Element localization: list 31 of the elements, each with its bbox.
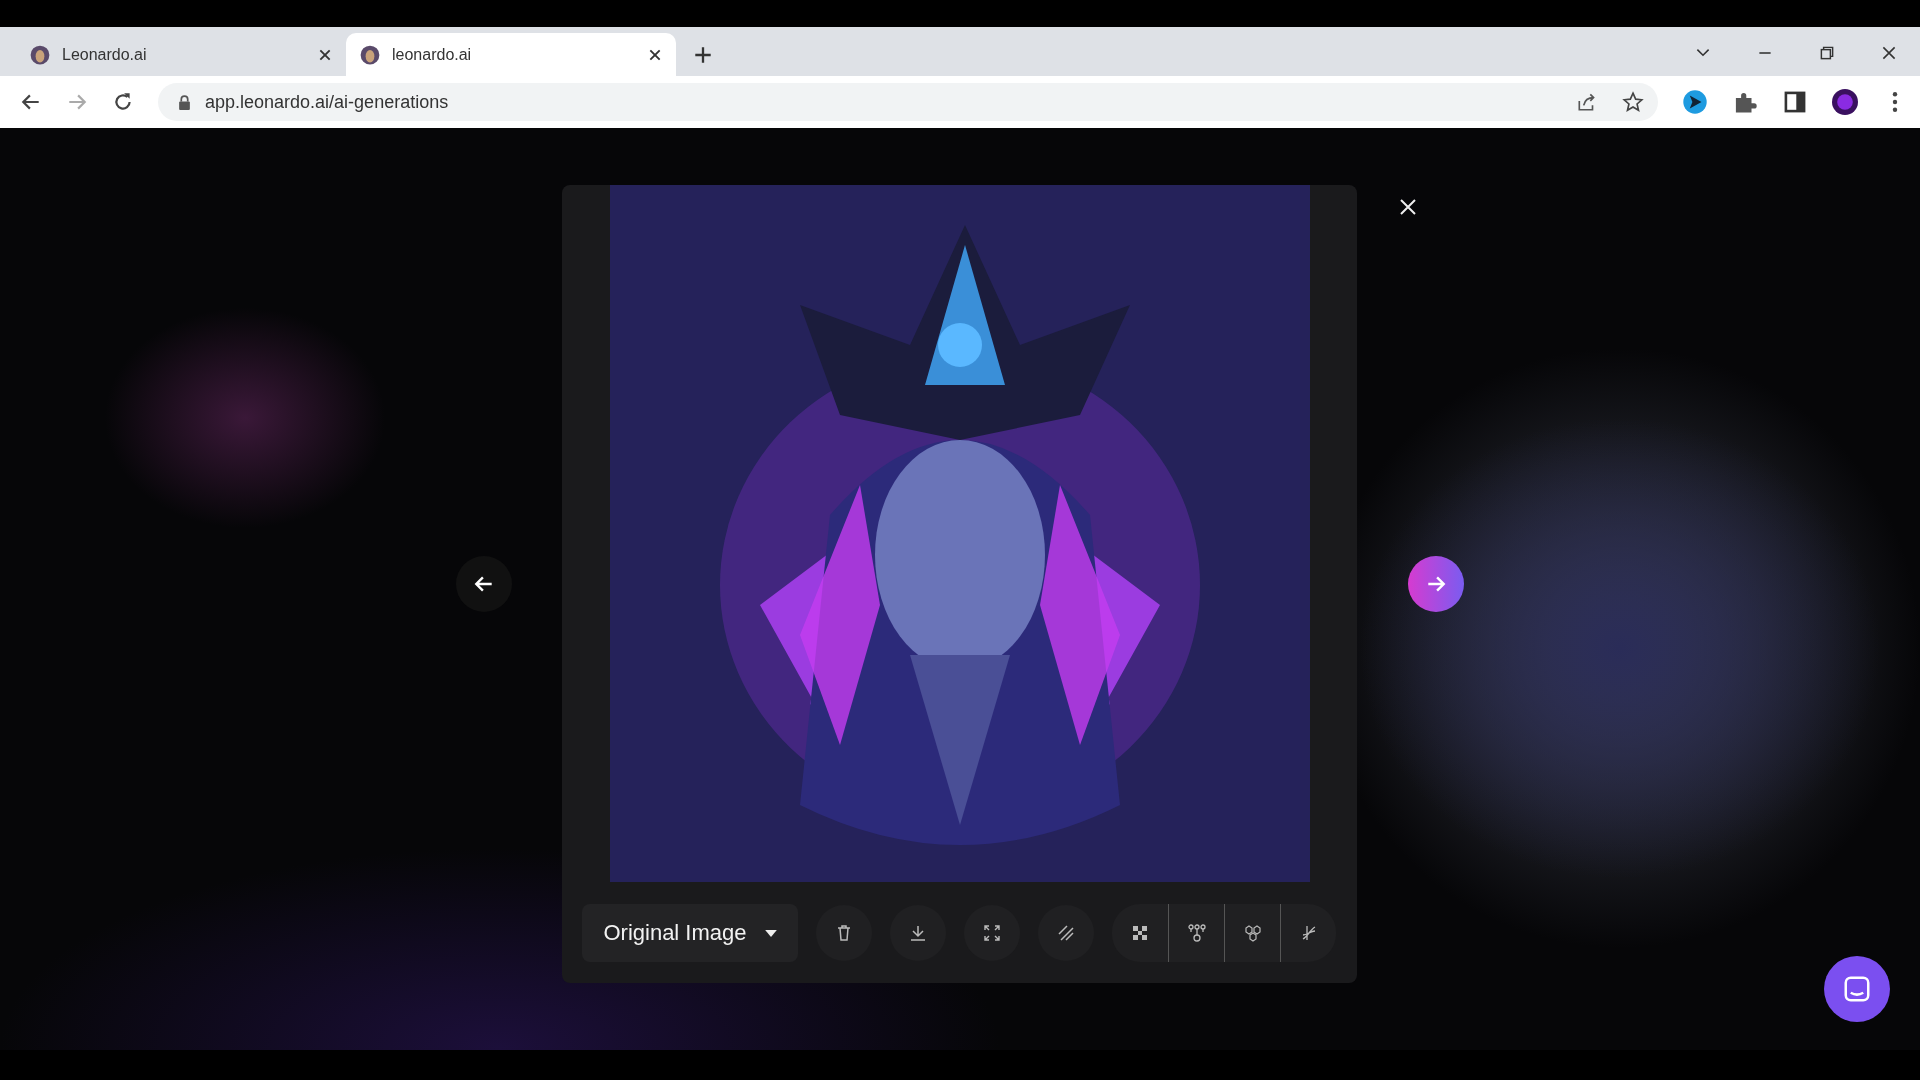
caret-icon <box>764 929 777 937</box>
extension-icon[interactable] <box>1682 89 1708 115</box>
tab-title: Leonardo.ai <box>62 45 148 64</box>
side-panel-icon[interactable] <box>1782 89 1808 115</box>
browser-tab[interactable]: Leonardo.ai <box>16 33 346 76</box>
next-button[interactable] <box>1408 556 1464 612</box>
favicon-icon <box>30 44 50 65</box>
grid-pattern-icon <box>1130 923 1150 943</box>
address-bar[interactable]: app.leonardo.ai/ai-generations <box>158 83 1658 121</box>
close-icon[interactable] <box>318 47 332 62</box>
avatar-icon[interactable] <box>1832 89 1858 115</box>
lock-icon <box>178 94 191 110</box>
tab-title: leonardo.ai <box>392 45 473 64</box>
close-icon[interactable] <box>648 47 662 62</box>
download-icon <box>908 923 928 943</box>
close-icon[interactable] <box>1398 197 1418 217</box>
star-icon[interactable] <box>1622 91 1644 113</box>
url-text: app.leonardo.ai/ai-generations <box>205 91 449 113</box>
chat-icon <box>1842 974 1872 1004</box>
nodes-icon <box>1186 923 1207 943</box>
close-icon[interactable] <box>1880 44 1898 62</box>
favicon-icon <box>360 44 380 65</box>
share-icon[interactable] <box>1576 91 1598 113</box>
image-version-dropdown[interactable]: Original Image <box>582 904 798 962</box>
new-tab-icon[interactable] <box>694 46 712 64</box>
reload-icon[interactable] <box>112 91 134 113</box>
expand-icon <box>982 923 1002 943</box>
hexagons-icon <box>1242 923 1263 943</box>
diagonal-lines-icon <box>1056 923 1076 943</box>
restore-icon[interactable] <box>1818 44 1836 62</box>
browser-tab[interactable]: leonardo.ai <box>346 33 676 76</box>
